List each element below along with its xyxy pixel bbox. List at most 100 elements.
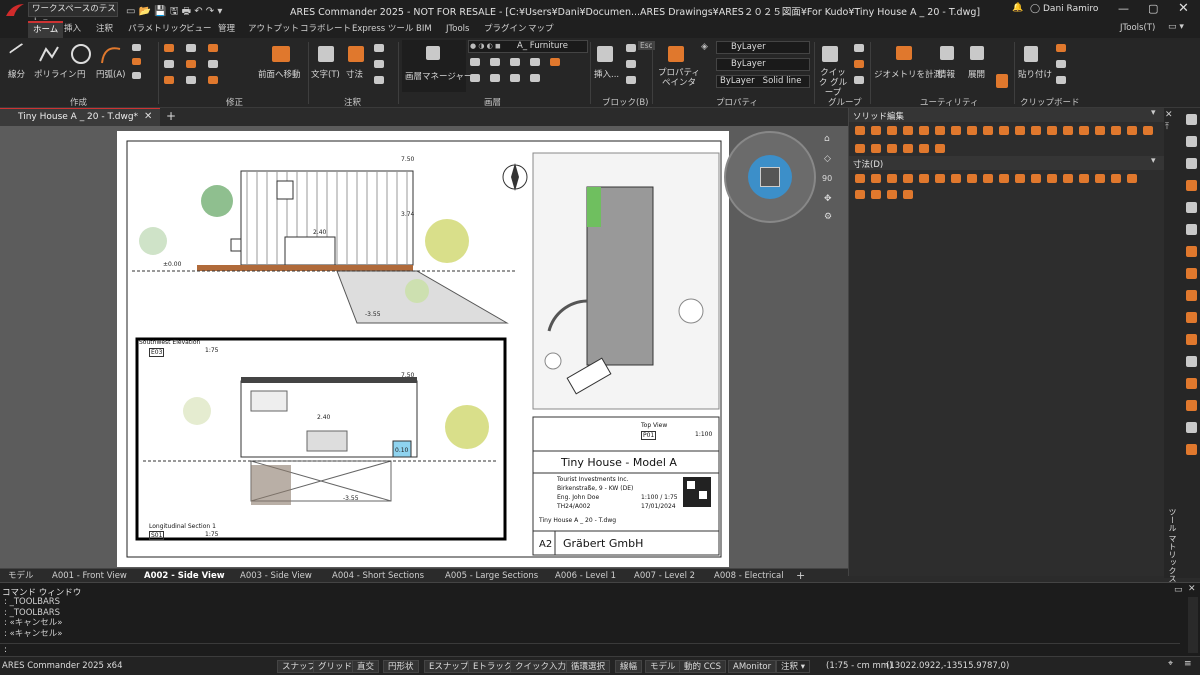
layout-tab[interactable]: A005 - Large Sections (445, 570, 538, 582)
ribbon-tab-8[interactable]: Express ツール (352, 22, 413, 37)
paint-bucket-icon[interactable]: ◈ (701, 42, 708, 52)
explode-tool[interactable]: 展開 (968, 68, 985, 80)
insert-icon[interactable] (597, 46, 613, 62)
annotation-small-tools[interactable] (374, 44, 394, 88)
minimize-icon[interactable]: — (1118, 2, 1129, 15)
grid-toggle[interactable]: グリッド (313, 660, 358, 673)
dimension-tool[interactable]: 寸法 (346, 68, 363, 80)
tool-matrix-tab[interactable]: ✕ ⤒ ツール マトリックス (1164, 108, 1182, 583)
esnap-toggle[interactable]: Eスナップ (424, 660, 474, 673)
ribbon-tab-10[interactable]: JTools (446, 22, 469, 37)
orbit-icon[interactable]: ◇ (824, 154, 831, 164)
lineweight-select[interactable]: ByLayer Solid line (716, 75, 810, 88)
lineweight-toggle[interactable]: 線幅 (615, 660, 643, 673)
text-icon[interactable] (318, 46, 334, 62)
pan-icon[interactable]: ✥ (824, 194, 832, 204)
side-icon-strip[interactable] (1182, 108, 1200, 578)
ribbon-tab-5[interactable]: 管理 (218, 22, 235, 37)
panel-close-icon[interactable]: ✕ (1165, 110, 1173, 120)
nav-settings-icon[interactable]: ⚙ (824, 212, 832, 222)
cycle-select-toggle[interactable]: 循環選択 (566, 660, 611, 673)
layer-tools[interactable] (470, 58, 562, 90)
jtools-menu[interactable]: JTools(T) (1120, 23, 1155, 33)
command-scrollbar[interactable] (1188, 597, 1198, 653)
quick-group-icon[interactable] (822, 46, 838, 62)
ribbon-tab-11[interactable]: プラグイン (484, 22, 527, 37)
polar-toggle[interactable]: 円形状 (383, 660, 419, 673)
close-icon[interactable]: ✕ (1178, 1, 1189, 16)
dynamic-ccs-toggle[interactable]: 動的 CCS (679, 660, 726, 673)
ribbon-tab-6[interactable]: アウトプット (248, 22, 299, 37)
clipboard-small-tools[interactable] (1056, 44, 1068, 88)
linetype-select[interactable]: ByLayer (716, 58, 810, 71)
measure-icon[interactable] (896, 46, 912, 60)
model-toggle[interactable]: モデル (645, 660, 681, 673)
add-layout-icon[interactable]: + (796, 570, 805, 582)
polyline-icon[interactable] (38, 43, 60, 65)
calculator-icon[interactable] (996, 74, 1008, 88)
maximize-icon[interactable]: ▢ (1148, 2, 1158, 15)
arc-icon[interactable] (100, 43, 122, 65)
circle-icon[interactable] (70, 43, 92, 65)
collapse-icon[interactable]: ▾ (1151, 156, 1156, 166)
quick-access-icons[interactable]: ▭ 📂 💾 🖫 🖶 ↶ ↷ ▾ (126, 4, 222, 21)
layout-tab[interactable]: A001 - Front View (52, 570, 127, 582)
modify-tools[interactable] (164, 44, 240, 88)
new-tab-icon[interactable]: + (166, 109, 176, 123)
collapse-icon[interactable]: ▾ (1151, 108, 1156, 118)
ribbon-tab-1[interactable]: 挿入 (64, 22, 81, 37)
layout-tab[interactable]: A006 - Level 1 (555, 570, 616, 582)
text-tool[interactable]: 文字(T) (311, 68, 340, 80)
layout-tab[interactable]: A004 - Short Sections (332, 570, 424, 582)
layout-tab[interactable]: A003 - Side View (240, 570, 312, 582)
info-tool[interactable]: 情報 (938, 68, 955, 80)
paste-tool[interactable]: 貼り付け (1018, 68, 1052, 80)
user-icon[interactable]: ◯ (1030, 4, 1040, 14)
workspace-select[interactable]: ワークスペースのテスト ▾ (28, 2, 118, 27)
bell-icon[interactable]: 🔔 (1012, 3, 1023, 13)
layout-tab[interactable]: A008 - Electrical (714, 570, 784, 582)
menu-icon[interactable]: ≡ (1184, 659, 1192, 669)
home-view-icon[interactable]: ⌂ (824, 134, 830, 144)
ribbon-tab-4[interactable]: ビュー (186, 22, 212, 37)
info-icon[interactable] (940, 46, 954, 60)
draw-small-tools[interactable] (132, 44, 156, 88)
rotate-angle[interactable]: 90 (822, 174, 832, 183)
insert-tool[interactable]: 挿入... (594, 68, 619, 80)
solid-edit-tools[interactable] (853, 124, 1153, 158)
document-tab[interactable]: Tiny House A _ 20 - T.dwg* ✕ (0, 108, 160, 126)
navigation-wheel[interactable] (724, 131, 816, 223)
command-float-icon[interactable]: ▭ (1174, 585, 1183, 595)
circle-tool[interactable]: 円 (77, 68, 86, 80)
ribbon-tab-12[interactable]: マップ (528, 22, 554, 37)
explode-icon[interactable] (970, 46, 984, 60)
user-name[interactable]: Dani Ramiro (1043, 4, 1098, 14)
panel-section-header[interactable]: ソリッド編集 ▾ (849, 108, 1165, 122)
command-close-icon[interactable]: ✕ (1188, 584, 1196, 594)
view-cube-icon[interactable] (760, 167, 780, 187)
location-icon[interactable]: ⌖ (1168, 659, 1173, 669)
ribbon-tab-3[interactable]: パラメトリック (128, 22, 187, 37)
dimension-icon[interactable] (348, 46, 364, 62)
bring-to-front-tool[interactable]: 前面へ移動 (258, 68, 301, 80)
ribbon-options-icon[interactable]: ▭ ▾ (1168, 22, 1184, 32)
layout-tab[interactable]: A007 - Level 2 (634, 570, 695, 582)
quick-input-toggle[interactable]: クイック入力 (510, 660, 572, 673)
layer-manager-button[interactable]: 画層マネージャー (402, 40, 472, 92)
ribbon-tab-9[interactable]: BIM (416, 22, 432, 37)
ortho-toggle[interactable]: 直交 (352, 660, 380, 673)
ribbon-tab-7[interactable]: コラボレート (300, 22, 351, 37)
line-tool[interactable]: 線分 (8, 68, 25, 80)
dimension-tools[interactable] (853, 172, 1153, 202)
pin-icon[interactable]: ⤒ (1165, 122, 1169, 132)
measure-geometry-tool[interactable]: ジオメトリを計測 (874, 68, 942, 80)
panel-section-header[interactable]: 寸法(D) ▾ (849, 156, 1165, 170)
bring-front-icon[interactable] (272, 46, 290, 62)
color-select[interactable]: ByLayer (716, 41, 810, 54)
line-icon[interactable] (8, 42, 32, 66)
paste-icon[interactable] (1024, 46, 1038, 62)
block-small-tools[interactable] (626, 44, 638, 88)
arc-tool[interactable]: 円弧(A) (96, 68, 125, 80)
close-tab-icon[interactable]: ✕ (144, 111, 152, 122)
group-small-tools[interactable] (854, 44, 866, 88)
